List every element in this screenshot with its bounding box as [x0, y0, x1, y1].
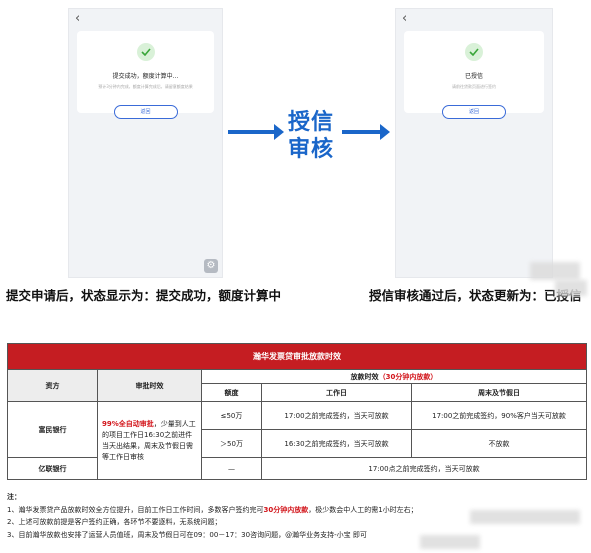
arrow-right-icon [228, 124, 284, 140]
notes-title: 注： [7, 493, 21, 501]
status-desc: 预计3分钟内完成，额度计算完成后，请留意额度结果 [98, 84, 193, 89]
return-button[interactable]: 返回 [442, 105, 506, 119]
merged-cell: 17:00点之前完成签约，当天可放款 [261, 457, 587, 480]
status-card: 提交成功，额度计算中... 预计3分钟内完成，额度计算完成后，请留意额度结果 返… [77, 31, 214, 119]
status-title: 已授信 [464, 73, 483, 80]
check-icon [465, 43, 483, 61]
table-row: 富民银行 99%全自动审批，少量到人工的项目工作日16:30之前进件当天出结果，… [7, 401, 587, 480]
workday-cell: 16:30之前完成签约，当天可放款 [261, 429, 412, 458]
header-amount: 额度 [201, 383, 262, 402]
redaction-blur [555, 280, 587, 296]
header-loan-timing: 放款时效（30分钟内放款） [201, 369, 587, 384]
flow-step-label: 授信审核 [287, 109, 334, 161]
caption-submit: 提交申请后，状态显示为：提交成功，额度计算中 [6, 289, 282, 303]
weekend-cell: 17:00之前完成签约，90%客户当天可放款 [411, 401, 587, 430]
amount-cell: — [201, 457, 262, 480]
check-icon [136, 43, 155, 61]
header-weekend: 周末及节假日 [411, 383, 587, 402]
header-approval: 审批时效 [97, 369, 202, 402]
status-desc: 请前往贷款页面进行签约 [452, 84, 496, 89]
caption-approved: 授信审核通过后，状态更新为：已授信 [369, 289, 582, 303]
weekend-cell: 不放款 [411, 429, 587, 458]
bank-yilian: 亿联银行 [7, 457, 98, 480]
redaction-blur [420, 535, 480, 549]
table-row: 亿联银行 — 17:00点之前完成签约，当天可放款 [7, 457, 587, 480]
redaction-blur [530, 262, 580, 280]
header-party: 资方 [7, 369, 98, 402]
loan-timing-table: 瀚华发票贷审批放款时效 资方 审批时效 放款时效（30分钟内放款） 额度 工作日… [7, 343, 587, 480]
arrow-right-icon [342, 124, 390, 140]
header-workday: 工作日 [261, 383, 412, 402]
amount-cell: ＞50万 [201, 429, 262, 458]
workday-cell: 17:00之前完成签约，当天可放款 [261, 401, 412, 430]
table-title: 瀚华发票贷审批放款时效 [7, 343, 587, 370]
status-card: 已授信 请前往贷款页面进行签约 返回 [404, 31, 544, 119]
amount-cell: ≤50万 [201, 401, 262, 430]
bank-fumin: 富民银行 [7, 401, 98, 458]
gear-icon[interactable]: ⚙ [204, 259, 218, 273]
note-3: 3、目前瀚华放款也安排了运营人员值班，周末及节假日可在09：00－17：30咨询… [7, 530, 367, 539]
phone-screenshot-approved: ‹ 已授信 请前往贷款页面进行签约 返回 [395, 8, 553, 278]
return-button[interactable]: 返回 [113, 105, 178, 119]
redaction-blur [470, 510, 580, 524]
status-title: 提交成功，额度计算中... [112, 73, 179, 80]
approval-desc: 99%全自动审批，少量到人工的项目工作日16:30之前进件当天出结果，周末及节假… [97, 401, 202, 480]
back-icon[interactable]: ‹ [75, 11, 80, 26]
phone-screenshot-submitting: ‹ 提交成功，额度计算中... 预计3分钟内完成，额度计算完成后，请留意额度结果… [68, 8, 223, 278]
back-icon[interactable]: ‹ [402, 11, 407, 26]
